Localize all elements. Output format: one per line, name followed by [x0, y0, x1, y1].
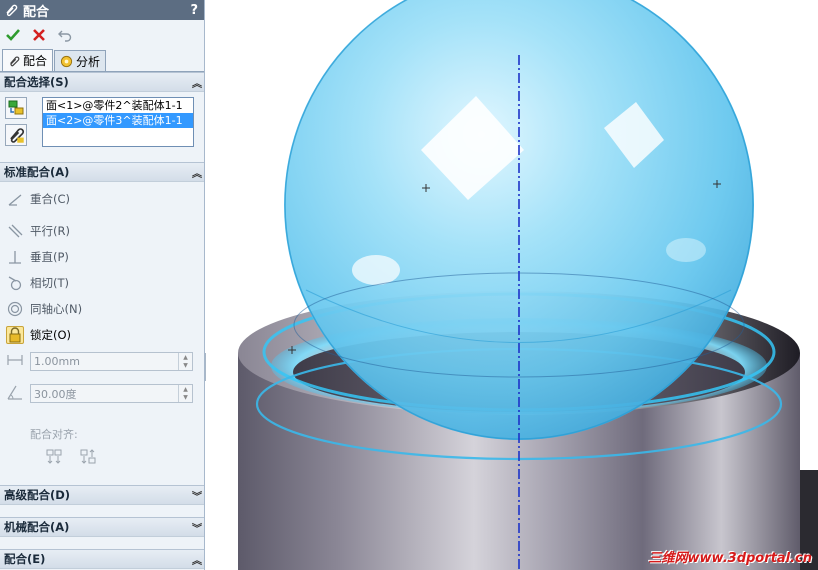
advanced-mates-title: 高级配合(D) — [4, 488, 71, 502]
aligned-icon — [46, 449, 62, 464]
mate-concentric[interactable]: 同轴心(N) — [6, 298, 82, 320]
mate-coincident[interactable]: 重合(C) — [6, 188, 70, 210]
tab-analysis-label: 分析 — [76, 54, 101, 69]
list-item[interactable]: 面<2>@零件3^装配体1-1 — [43, 113, 193, 128]
mechanical-mates-header[interactable]: 机械配合(A) ︾ — [0, 518, 204, 537]
mate-perpendicular-label: 垂直(P) — [30, 250, 69, 264]
highlight — [666, 238, 706, 262]
mechanical-mates-section: 机械配合(A) ︾ — [0, 517, 204, 537]
distance-spinner[interactable]: ▲ ▼ — [178, 353, 192, 370]
angle-spinner[interactable]: ▲ ▼ — [178, 385, 192, 402]
parallel-icon — [6, 222, 24, 240]
undo-icon — [58, 30, 72, 42]
tangent-icon — [6, 274, 24, 292]
tab-mate[interactable]: 配合 — [2, 49, 54, 71]
entities-icon — [8, 100, 24, 115]
collapse-chevron-icon: ︽ — [192, 78, 202, 90]
undo-button[interactable] — [56, 26, 74, 44]
mate-concentric-label: 同轴心(N) — [30, 302, 83, 316]
mates-list-header[interactable]: 配合(E) ︽ — [0, 550, 204, 569]
mate-property-manager: 配合 ? 配合 分析 配合选择(S) ︽ 面<1>@零件2^装配体1-1 面<2… — [0, 0, 205, 570]
advanced-mates-section: 高级配合(D) ︾ — [0, 485, 204, 505]
mate-pop-up-toolbar-button[interactable] — [5, 124, 27, 146]
collapse-chevron-icon: ︽ — [192, 555, 202, 567]
help-button[interactable]: ? — [190, 3, 198, 18]
angle-input[interactable]: 30.00度 ▲ ▼ — [30, 384, 193, 403]
mate-coincident-label: 重合(C) — [30, 192, 71, 206]
angle-value: 30.00度 — [34, 387, 77, 401]
ok-checkmark-button[interactable] — [4, 26, 22, 44]
cancel-x-button[interactable] — [30, 26, 48, 44]
watermark: 三维网www.3dportal.cn — [648, 551, 812, 566]
aligned-button[interactable] — [44, 447, 64, 467]
mate-selection-title: 配合选择(S) — [4, 75, 69, 89]
paperclip-icon — [6, 4, 18, 17]
collapse-chevron-icon: ︽ — [192, 168, 202, 180]
list-item[interactable]: 面<1>@零件2^装配体1-1 — [43, 98, 193, 113]
entity-select-button[interactable] — [5, 97, 27, 119]
mate-tangent-label: 相切(T) — [30, 276, 69, 290]
mate-selection-section: 配合选择(S) ︽ 面<1>@零件2^装配体1-1 面<2>@零件3^装配体1-… — [0, 72, 204, 162]
lock-icon — [6, 326, 24, 344]
coincident-icon — [6, 190, 24, 208]
standard-mates-header[interactable]: 标准配合(A) ︽ — [0, 163, 204, 182]
model-view — [206, 0, 818, 570]
mate-selection-header[interactable]: 配合选择(S) ︽ — [0, 73, 204, 92]
mate-parallel[interactable]: 平行(R) — [6, 220, 70, 242]
mate-perpendicular[interactable]: 垂直(P) — [6, 246, 69, 268]
checkmark-icon — [6, 29, 20, 41]
mates-list-section: 配合(E) ︽ — [0, 549, 204, 569]
action-toolbar — [0, 20, 204, 50]
mate-lock[interactable]: 锁定(O) — [6, 324, 71, 346]
mates-list-title: 配合(E) — [4, 552, 46, 566]
standard-mates-body: 重合(C) 平行(R) 垂直(P) 相切(T) 同轴心(N) 锁定(O) 1.0… — [0, 182, 204, 472]
perpendicular-icon — [6, 248, 24, 266]
expand-chevron-icon: ︾ — [192, 491, 202, 503]
mate-selection-body: 面<1>@零件2^装配体1-1 面<2>@零件3^装配体1-1 — [0, 92, 204, 162]
mechanical-mates-title: 机械配合(A) — [4, 520, 70, 534]
distance-icon — [7, 355, 23, 365]
angle-icon — [7, 385, 22, 400]
tab-analysis[interactable]: 分析 — [54, 50, 107, 71]
advanced-mates-header[interactable]: 高级配合(D) ︾ — [0, 486, 204, 505]
standard-mates-title: 标准配合(A) — [4, 165, 70, 179]
anti-aligned-icon — [80, 449, 96, 464]
selected-entities-list[interactable]: 面<1>@零件2^装配体1-1 面<2>@零件3^装配体1-1 — [42, 97, 194, 147]
paperclip-icon — [10, 128, 25, 143]
mate-parallel-label: 平行(R) — [30, 224, 70, 238]
close-icon — [33, 29, 45, 41]
distance-value: 1.00mm — [34, 355, 80, 368]
tab-mate-label: 配合 — [23, 54, 48, 68]
standard-mates-section: 标准配合(A) ︽ 重合(C) 平行(R) 垂直(P) 相切(T) 同轴心(N)… — [0, 162, 204, 472]
panel-title: 配合 — [23, 4, 50, 20]
mate-alignment-label: 配合对齐: — [30, 428, 78, 441]
expand-chevron-icon: ︾ — [192, 523, 202, 535]
graphics-viewport[interactable]: 三维网www.3dportal.cn — [206, 0, 818, 570]
concentric-icon — [6, 300, 24, 318]
paperclip-icon — [10, 56, 20, 66]
panel-title-bar: 配合 ? — [0, 0, 204, 20]
anti-aligned-button[interactable] — [78, 447, 98, 467]
highlight — [352, 255, 400, 285]
analysis-icon — [60, 55, 73, 67]
panel-tabs: 配合 分析 — [0, 49, 204, 72]
mate-tangent[interactable]: 相切(T) — [6, 272, 69, 294]
mate-lock-label: 锁定(O) — [30, 328, 72, 342]
distance-input[interactable]: 1.00mm ▲ ▼ — [30, 352, 193, 371]
